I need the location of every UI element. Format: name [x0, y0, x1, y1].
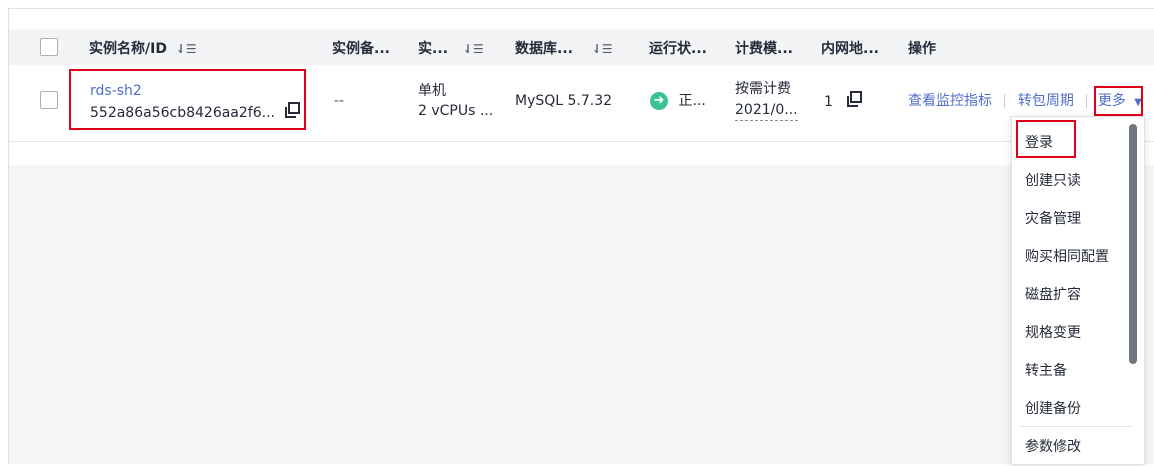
column-header-db[interactable]: 数据库... ⇃☰	[515, 38, 613, 58]
table-header-row: 实例名称/ID ⇃☰ 实例备... 实... ⇃☰ 数据库... ⇃☰ 运行状.…	[9, 29, 1154, 65]
column-header-db-label: 数据库...	[515, 41, 573, 57]
change-to-yearly-monthly-link[interactable]: 转包周期	[1018, 93, 1074, 109]
column-header-ops: 操作	[908, 41, 936, 57]
highlight-box-instance	[69, 69, 306, 130]
row-checkbox[interactable]	[40, 91, 58, 109]
sort-icon[interactable]: ⇃☰	[176, 42, 197, 56]
action-divider	[1086, 94, 1088, 108]
menu-item-scale-storage[interactable]: 磁盘扩容	[1012, 276, 1132, 314]
highlight-box-login	[1016, 120, 1076, 158]
menu-divider	[1020, 426, 1132, 427]
instance-type-line2: 2 vCPUs ...	[418, 103, 494, 119]
column-header-name[interactable]: 实例名称/ID ⇃☰	[89, 38, 197, 58]
instance-status-text: 正...	[678, 93, 706, 109]
private-ip: 1	[824, 91, 863, 113]
sort-icon[interactable]: ⇃☰	[592, 42, 613, 56]
view-metrics-link[interactable]: 查看监控指标	[908, 93, 992, 109]
billing-mode: 按需计费	[735, 81, 791, 97]
private-ip-text: 1	[824, 94, 833, 110]
copy-icon[interactable]	[847, 91, 863, 113]
status-running-icon: ➜	[650, 92, 668, 110]
menu-item-buy-same-config[interactable]: 购买相同配置	[1012, 238, 1132, 276]
column-header-type[interactable]: 实... ⇃☰	[418, 38, 484, 58]
more-actions-menu: 登录 创建只读 灾备管理 购买相同配置 磁盘扩容 规格变更 转主备 创建备份 参…	[1011, 116, 1145, 465]
menu-item-change-specs[interactable]: 规格变更	[1012, 314, 1132, 352]
menu-item-dr-management[interactable]: 灾备管理	[1012, 200, 1132, 238]
instance-type-line1: 单机	[418, 83, 446, 99]
billing-date[interactable]: 2021/0...	[735, 100, 798, 121]
column-header-remark[interactable]: 实例备...	[332, 38, 390, 58]
select-all-checkbox[interactable]	[40, 38, 58, 56]
column-header-type-label: 实...	[418, 41, 448, 57]
instance-status: ➜ 正...	[650, 91, 706, 111]
column-header-ip[interactable]: 内网地...	[821, 38, 879, 58]
menu-scrollbar[interactable]	[1129, 124, 1137, 364]
db-engine: MySQL 5.7.32	[515, 93, 613, 109]
column-header-billing[interactable]: 计费模...	[735, 38, 793, 58]
menu-item-create-read-replica[interactable]: 创建只读	[1012, 162, 1132, 200]
action-divider	[1004, 94, 1006, 108]
sort-icon[interactable]: ⇃☰	[463, 42, 484, 56]
column-header-status[interactable]: 运行状...	[649, 38, 707, 58]
column-header-name-label: 实例名称/ID	[89, 41, 167, 57]
menu-item-modify-parameters[interactable]: 参数修改	[1012, 428, 1132, 466]
highlight-box-more	[1094, 86, 1143, 116]
menu-item-create-backup[interactable]: 创建备份	[1012, 390, 1132, 428]
menu-item-switchover[interactable]: 转主备	[1012, 352, 1132, 390]
instance-remark: --	[334, 93, 345, 109]
